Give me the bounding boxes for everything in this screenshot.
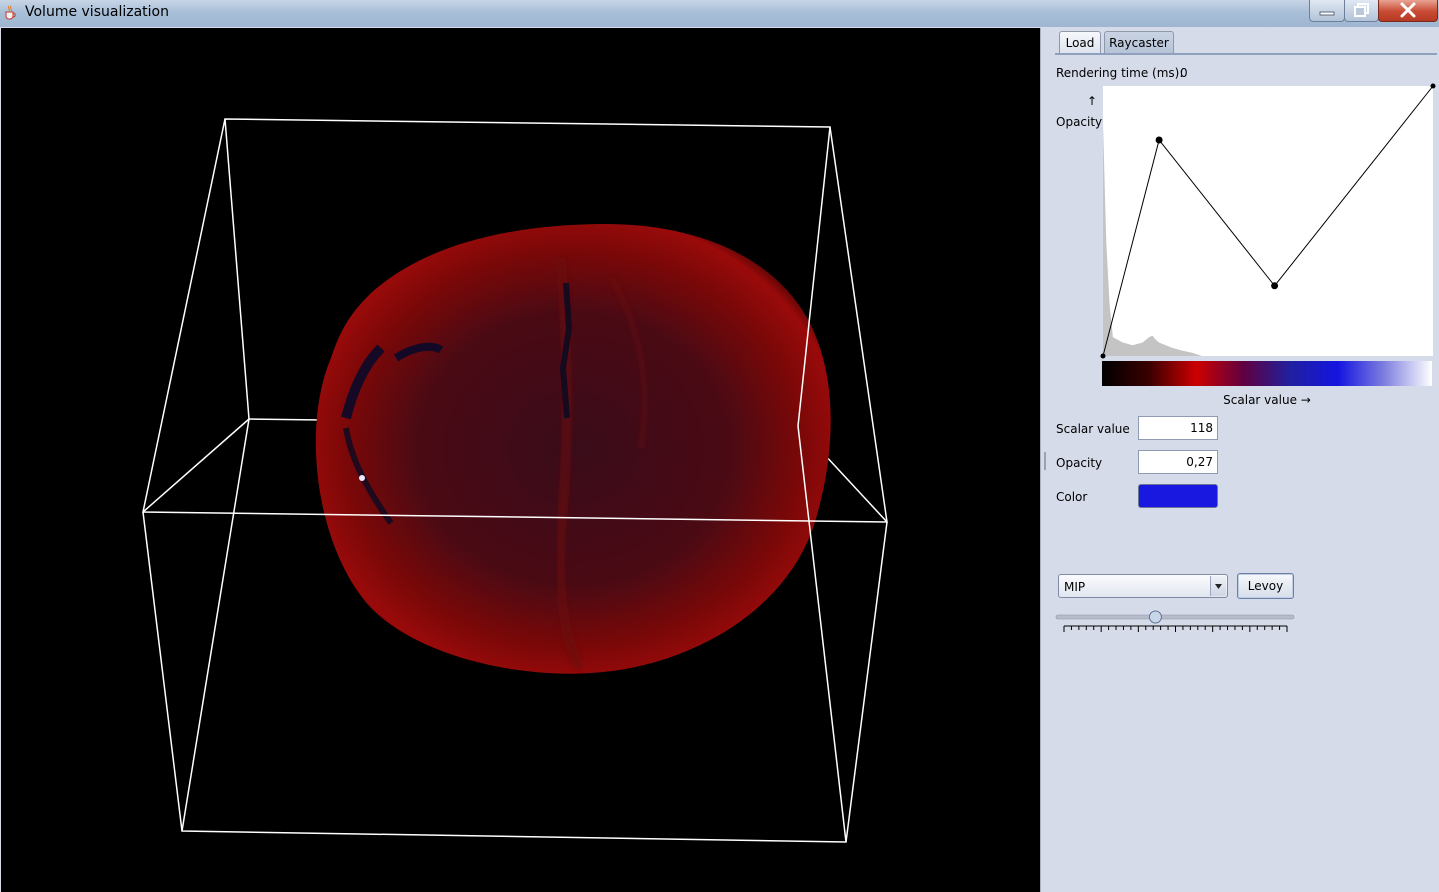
java-cup-icon [5, 5, 16, 20]
minimize-icon [1319, 11, 1335, 16]
transfer-function-editor[interactable]: ↑ Opacity Scalar value → [1049, 83, 1439, 413]
divider-grip[interactable] [1044, 452, 1046, 470]
window-title: Volume visualization [25, 4, 169, 20]
volume-render-canvas [142, 118, 888, 843]
quality-slider[interactable] [1055, 606, 1299, 636]
control-panel: Load Raycaster Rendering time (ms): 0 ↑ … [1049, 28, 1439, 892]
dropdown-arrow-button[interactable] [1210, 576, 1226, 596]
slider-thumb [1148, 610, 1162, 624]
maximize-button[interactable] [1344, 0, 1379, 22]
color-label: Color [1056, 490, 1088, 504]
tab-load[interactable]: Load [1059, 31, 1101, 53]
title-bar: Volume visualization [0, 0, 1439, 27]
tab-divider [1055, 53, 1437, 55]
control-point[interactable] [1100, 353, 1106, 359]
transfer-function-chart[interactable]: ↑ Opacity Scalar value → [1049, 83, 1439, 413]
rendering-time-label: Rendering time (ms): [1056, 66, 1184, 80]
volume-render-viewport[interactable] [1, 28, 1040, 892]
render-mode-value: MIP [1064, 580, 1086, 594]
split-pane-divider[interactable] [1040, 28, 1049, 892]
control-point[interactable] [1430, 83, 1436, 89]
plot-area [1103, 86, 1433, 356]
control-point[interactable] [1271, 282, 1279, 290]
opacity-field[interactable] [1138, 450, 1218, 474]
color-scale-bar [1102, 361, 1432, 386]
opacity-label: Opacity [1056, 456, 1103, 470]
volume-object [315, 223, 831, 674]
close-icon [1400, 2, 1416, 18]
control-point[interactable] [1155, 136, 1163, 144]
minimize-button[interactable] [1309, 0, 1345, 22]
rendering-time-value: 0 [1180, 66, 1188, 80]
levoy-button[interactable]: Levoy [1237, 573, 1294, 599]
y-axis-arrow: ↑ [1087, 94, 1097, 108]
color-picker-button[interactable] [1138, 484, 1218, 508]
chevron-down-icon [1215, 584, 1222, 589]
slider-track[interactable] [1055, 606, 1299, 636]
tab-raycaster[interactable]: Raycaster [1104, 31, 1174, 53]
y-axis-label: Opacity [1056, 115, 1102, 129]
render-mode-select[interactable]: MIP [1058, 574, 1228, 598]
scalar-value-label: Scalar value [1056, 422, 1130, 436]
scalar-value-field[interactable] [1138, 416, 1218, 440]
x-axis-label: Scalar value → [1223, 393, 1311, 407]
close-button[interactable] [1378, 0, 1438, 22]
maximize-icon [1354, 3, 1369, 17]
